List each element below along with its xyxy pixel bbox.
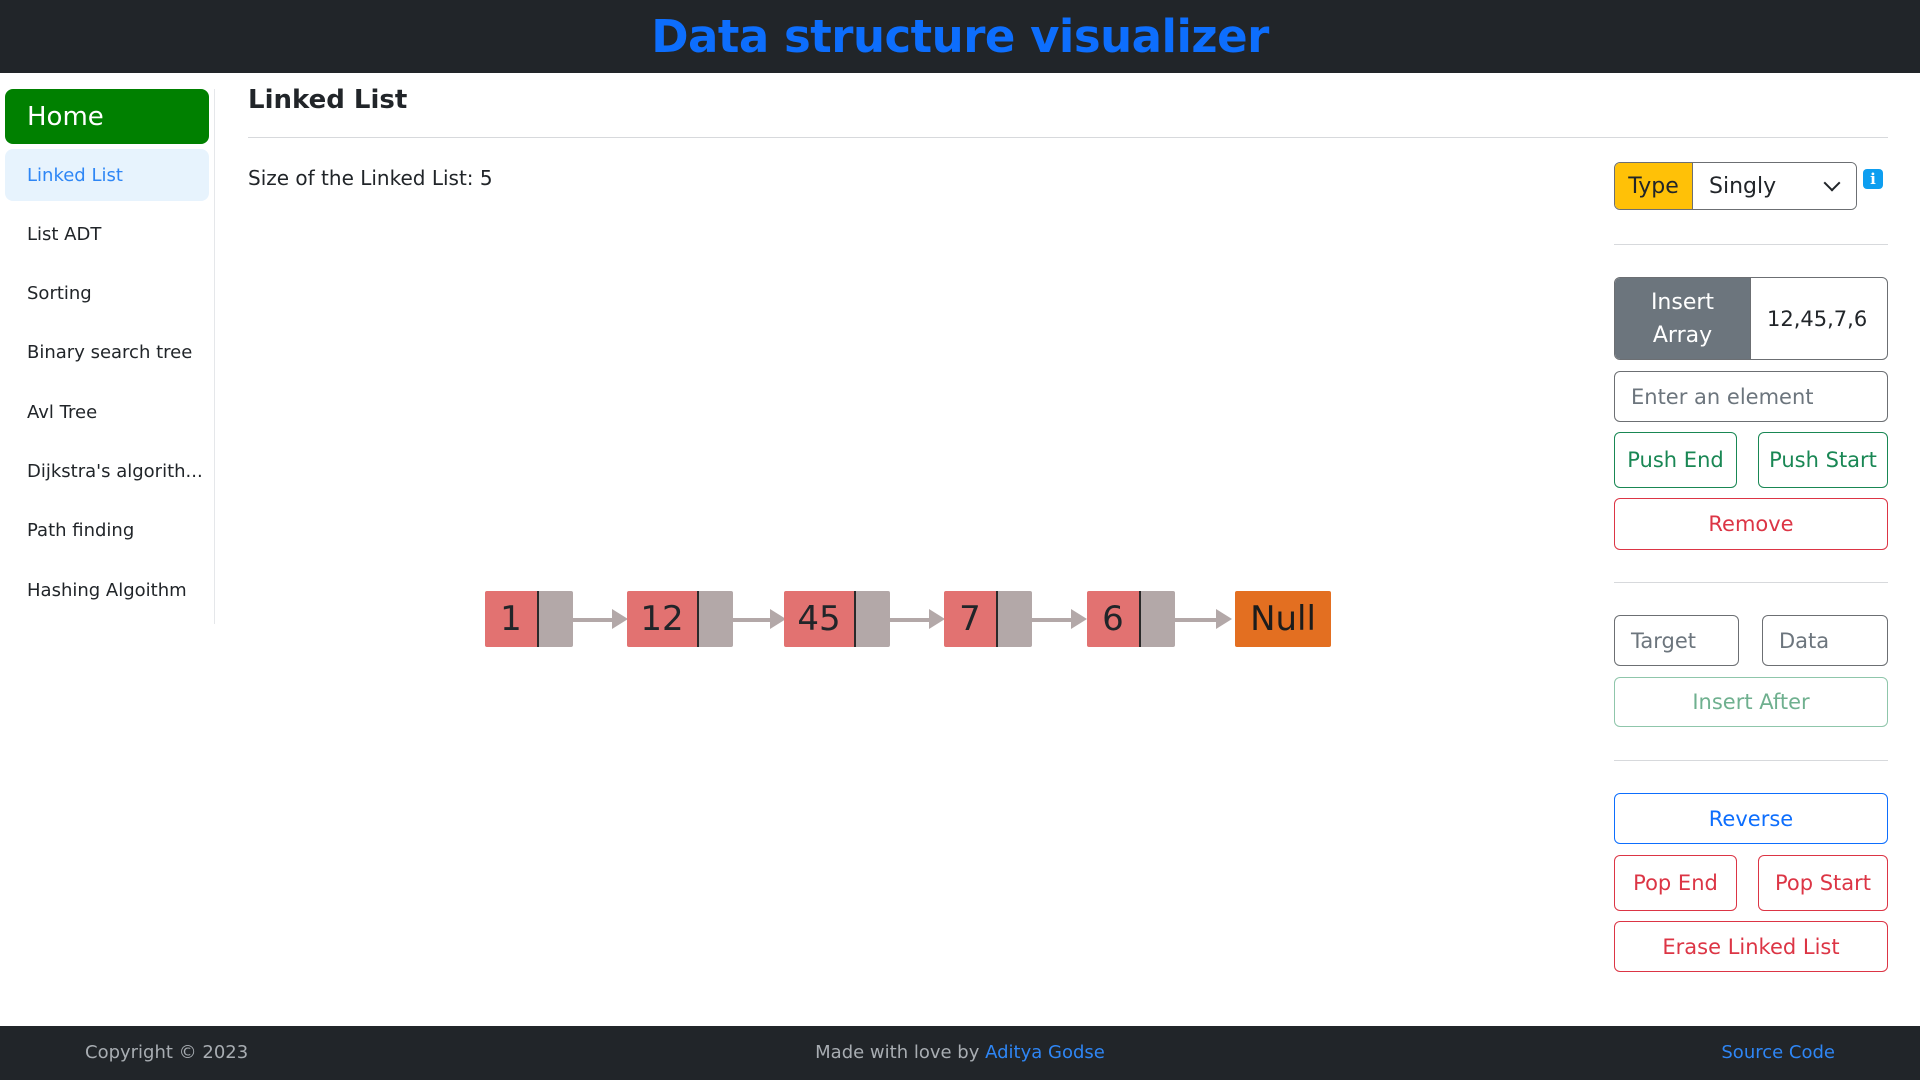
type-select[interactable]: Singly — [1693, 163, 1856, 209]
node-pointer — [998, 591, 1032, 647]
list-size-text: Size of the Linked List: 5 — [248, 166, 493, 190]
type-label: Type — [1615, 163, 1693, 209]
next-arrow — [733, 618, 771, 622]
sidebar-item-sorting[interactable]: Sorting — [5, 267, 209, 319]
insert-after-button[interactable]: Insert After — [1614, 677, 1888, 727]
sidebar-item-list-adt[interactable]: List ADT — [5, 208, 209, 260]
arrow-head-icon — [612, 609, 628, 629]
node-pointer — [1141, 591, 1175, 647]
sidebar-home[interactable]: Home — [5, 89, 209, 144]
sidebar-item-avl-tree[interactable]: Avl Tree — [5, 386, 209, 438]
app-title: Data structure visualizer — [651, 10, 1269, 63]
next-arrow — [573, 618, 613, 622]
page-title: Linked List — [248, 85, 408, 115]
list-node: 1 — [485, 591, 573, 647]
data-input[interactable]: Data — [1762, 615, 1888, 666]
erase-linked-list-button[interactable]: Erase Linked List — [1614, 921, 1888, 972]
node-pointer — [856, 591, 890, 647]
remove-button[interactable]: Remove — [1614, 498, 1888, 550]
list-node: 6 — [1087, 591, 1175, 647]
arrow-head-icon — [929, 609, 945, 629]
node-pointer — [539, 591, 573, 647]
type-select-value: Singly — [1709, 173, 1777, 199]
next-arrow — [1032, 618, 1072, 622]
sidebar-item-dijkstra[interactable]: Dijkstra's algorith... — [5, 445, 209, 497]
target-input[interactable]: Target — [1614, 615, 1739, 666]
sidebar-item-linked-list[interactable]: Linked List — [5, 149, 209, 201]
app-header: Data structure visualizer — [0, 0, 1920, 73]
type-select-group: Type Singly — [1614, 162, 1857, 210]
reverse-button[interactable]: Reverse — [1614, 793, 1888, 844]
insert-array-group: Insert Array 12,45,7,6 — [1614, 277, 1888, 360]
sidebar-item-path-finding[interactable]: Path finding — [5, 504, 209, 556]
insert-array-button[interactable]: Insert Array — [1615, 278, 1750, 359]
next-arrow — [1175, 618, 1217, 622]
made-with-label: Made with love by — [815, 1042, 986, 1063]
pop-end-button[interactable]: Pop End — [1614, 855, 1737, 911]
footer: Copyright © 2023 Made with love by Adity… — [0, 1026, 1920, 1080]
node-value: 6 — [1087, 591, 1141, 647]
divider — [1614, 244, 1888, 245]
divider — [248, 137, 1888, 138]
sidebar: Home Linked List List ADT Sorting Binary… — [5, 89, 215, 624]
divider — [1614, 760, 1888, 761]
null-node: Null — [1235, 591, 1331, 647]
chevron-down-icon — [1823, 174, 1841, 192]
sidebar-item-hashing[interactable]: Hashing Algoithm — [5, 564, 209, 616]
next-arrow — [890, 618, 930, 622]
made-with-love-text: Made with love by Aditya Godse — [0, 1042, 1920, 1063]
arrow-head-icon — [1071, 609, 1087, 629]
push-start-button[interactable]: Push Start — [1758, 432, 1888, 488]
element-input[interactable]: Enter an element — [1614, 371, 1888, 422]
list-node: 12 — [627, 591, 733, 647]
node-value: 7 — [944, 591, 998, 647]
node-value: 1 — [485, 591, 539, 647]
arrow-head-icon — [1216, 609, 1232, 629]
divider — [1614, 582, 1888, 583]
info-icon[interactable]: i — [1863, 169, 1883, 189]
list-node: 45 — [784, 591, 890, 647]
source-code-link[interactable]: Source Code — [1721, 1042, 1835, 1063]
node-value: 45 — [784, 591, 856, 647]
sidebar-item-binary-search-tree[interactable]: Binary search tree — [5, 326, 209, 378]
node-pointer — [699, 591, 733, 647]
list-node: 7 — [944, 591, 1032, 647]
author-link[interactable]: Aditya Godse — [985, 1042, 1105, 1063]
node-value: 12 — [627, 591, 699, 647]
push-end-button[interactable]: Push End — [1614, 432, 1737, 488]
pop-start-button[interactable]: Pop Start — [1758, 855, 1888, 911]
insert-array-input[interactable]: 12,45,7,6 — [1750, 278, 1887, 359]
